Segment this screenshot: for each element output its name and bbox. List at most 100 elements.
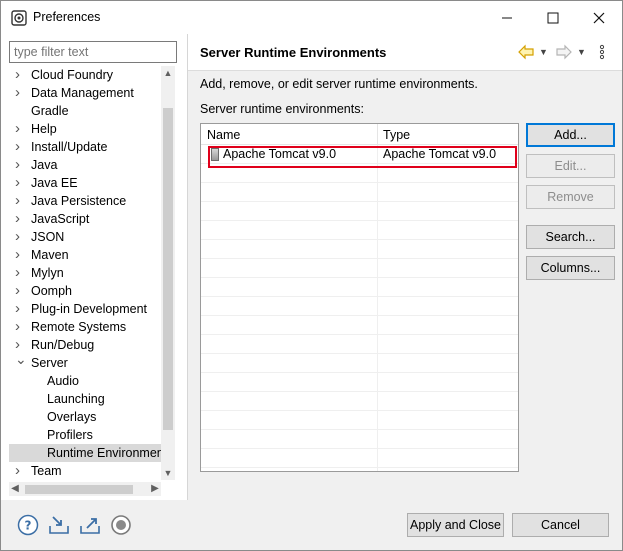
annotation-highlight-box — [208, 146, 517, 168]
scroll-left-icon[interactable]: ◀ — [9, 482, 21, 496]
table-row — [201, 221, 518, 240]
record-icon[interactable] — [110, 514, 132, 536]
tree-item[interactable]: › Remote Systems — [9, 318, 161, 336]
scroll-right-icon[interactable]: ▶ — [149, 482, 161, 496]
chevron-right-icon[interactable]: › — [15, 192, 25, 210]
tree-vertical-scrollbar[interactable]: ▲ ▼ — [161, 66, 175, 480]
page-header: Server Runtime Environments ▼ ▼ — [188, 34, 622, 71]
tree-item[interactable]: Audio — [9, 372, 161, 390]
forward-dropdown-icon[interactable]: ▼ — [577, 43, 586, 61]
columns-button[interactable]: Columns... — [526, 256, 615, 280]
chevron-right-icon[interactable]: › — [15, 66, 25, 84]
tree-item[interactable]: › Plug-in Development — [9, 300, 161, 318]
table-row — [201, 240, 518, 259]
tree-item[interactable]: › Install/Update — [9, 138, 161, 156]
add-button[interactable]: Add... — [526, 123, 615, 147]
tree-item-label: Java Persistence — [31, 194, 127, 208]
tree-item[interactable]: › Mylyn — [9, 264, 161, 282]
table-row — [201, 354, 518, 373]
chevron-down-icon[interactable]: ⌄ — [15, 350, 27, 368]
close-button[interactable] — [576, 1, 622, 34]
chevron-right-icon[interactable]: › — [15, 300, 25, 318]
tree-item[interactable]: ⌄ Server — [9, 351, 161, 372]
help-icon[interactable]: ? — [17, 514, 39, 536]
column-header-type[interactable]: Type — [377, 124, 410, 145]
tree-item[interactable]: › Java — [9, 156, 161, 174]
chevron-right-icon[interactable]: › — [15, 228, 25, 246]
tree-item[interactable]: › Help — [9, 120, 161, 138]
tree-item[interactable]: › JavaScript — [9, 210, 161, 228]
back-dropdown-icon[interactable]: ▼ — [539, 43, 548, 61]
chevron-right-icon[interactable]: › — [15, 462, 25, 480]
tree-item-label: Oomph — [31, 284, 72, 298]
maximize-button[interactable] — [530, 1, 576, 34]
tree-item-label: Install/Update — [31, 140, 108, 154]
cancel-button[interactable]: Cancel — [512, 513, 609, 537]
scroll-down-icon[interactable]: ▼ — [162, 466, 174, 480]
runtime-table[interactable]: Name Type Apache Tomcat v9.0 Apache Tomca… — [200, 123, 519, 472]
forward-arrow-icon[interactable] — [556, 44, 572, 60]
view-menu-icon[interactable] — [598, 44, 606, 60]
tree-item[interactable]: › Data Management — [9, 84, 161, 102]
chevron-right-icon[interactable]: › — [15, 282, 25, 300]
import-icon[interactable] — [48, 514, 70, 536]
table-row — [201, 449, 518, 468]
tree-item[interactable]: Profilers — [9, 426, 161, 444]
chevron-right-icon[interactable]: › — [15, 174, 25, 192]
tree-item[interactable]: › Team — [9, 462, 161, 480]
chevron-right-icon[interactable]: › — [15, 318, 25, 336]
column-header-name[interactable]: Name — [201, 124, 240, 145]
chevron-right-icon[interactable]: › — [15, 84, 25, 102]
tree-item[interactable]: Runtime Environmen — [9, 444, 161, 462]
tree-item-label: Profilers — [47, 428, 93, 442]
back-arrow-icon[interactable] — [518, 44, 534, 60]
table-row — [201, 278, 518, 297]
edit-button: Edit... — [526, 154, 615, 178]
table-row — [201, 392, 518, 411]
tree-item[interactable]: › Maven — [9, 246, 161, 264]
apply-and-close-button[interactable]: Apply and Close — [407, 513, 504, 537]
tree-item[interactable]: › Cloud Foundry — [9, 66, 161, 84]
page-description: Add, remove, or edit server runtime envi… — [200, 77, 478, 91]
chevron-right-icon[interactable]: › — [15, 138, 25, 156]
table-row — [201, 411, 518, 430]
filter-input[interactable] — [9, 41, 177, 63]
vertical-scroll-thumb[interactable] — [163, 108, 173, 430]
table-row — [201, 373, 518, 392]
chevron-right-icon[interactable]: › — [15, 264, 25, 282]
preference-page: Server Runtime Environments ▼ ▼ Add, rem… — [188, 34, 622, 500]
minimize-button[interactable] — [484, 1, 530, 34]
tree-item[interactable]: Overlays — [9, 408, 161, 426]
chevron-right-icon[interactable]: › — [15, 156, 25, 174]
tree-horizontal-scrollbar[interactable]: ◀ ▶ — [9, 482, 161, 496]
tree-item[interactable]: › Run/Debug — [9, 336, 161, 354]
chevron-right-icon[interactable]: › — [15, 246, 25, 264]
eclipse-icon — [11, 10, 27, 26]
tree-item[interactable]: › Java Persistence — [9, 192, 161, 210]
tree-item-label: Run/Debug — [31, 338, 95, 352]
tree-item[interactable]: › JSON — [9, 228, 161, 246]
tree-item-label: Data Management — [31, 86, 134, 100]
search-button[interactable]: Search... — [526, 225, 615, 249]
tree-item-label: Maven — [31, 248, 69, 262]
table-row — [201, 297, 518, 316]
minimize-icon — [502, 17, 512, 18]
tree-item-label: JSON — [31, 230, 65, 244]
chevron-right-icon[interactable]: › — [15, 210, 25, 228]
tree-item[interactable]: Gradle — [9, 102, 161, 120]
tree-item[interactable]: Launching — [9, 390, 161, 408]
tree-item[interactable]: › Oomph — [9, 282, 161, 300]
horizontal-scroll-thumb[interactable] — [25, 485, 133, 494]
tree-item-label: Audio — [47, 374, 79, 388]
preference-tree-pane: › Cloud Foundry › Data Management Gradle › Hel… — [1, 34, 187, 500]
page-title: Server Runtime Environments — [200, 45, 387, 60]
export-icon[interactable] — [79, 514, 101, 536]
tree-item[interactable]: › Java EE — [9, 174, 161, 192]
chevron-right-icon[interactable]: › — [15, 120, 25, 138]
tree-item-label: Help — [31, 122, 57, 136]
table-header: Name Type — [201, 124, 518, 145]
remove-button: Remove — [526, 185, 615, 209]
tree-item-label: Launching — [47, 392, 105, 406]
runtime-list-label: Server runtime environments: — [200, 102, 364, 116]
scroll-up-icon[interactable]: ▲ — [162, 66, 174, 80]
